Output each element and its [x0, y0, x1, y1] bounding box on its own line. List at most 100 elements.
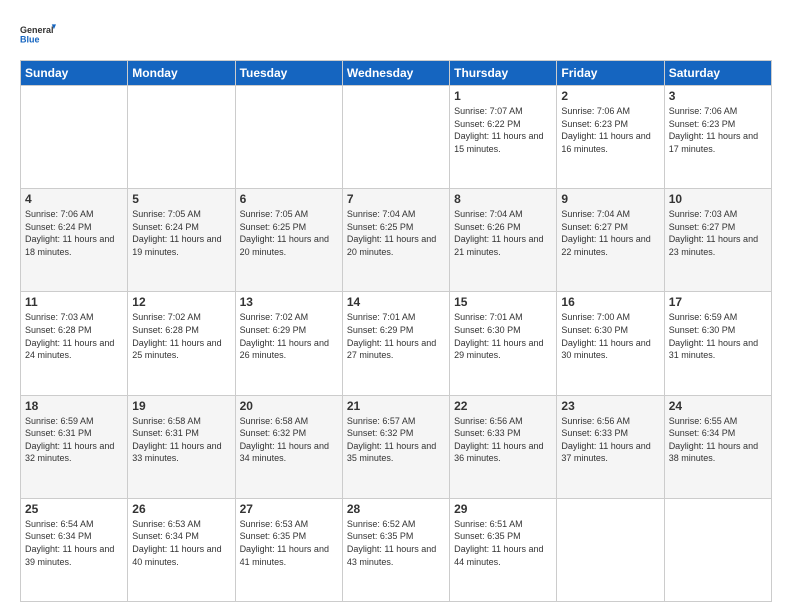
day-number: 17 — [669, 295, 767, 309]
day-info: Sunrise: 7:04 AM Sunset: 6:27 PM Dayligh… — [561, 208, 659, 258]
calendar-table: SundayMondayTuesdayWednesdayThursdayFrid… — [20, 60, 772, 602]
day-info: Sunrise: 6:54 AM Sunset: 6:34 PM Dayligh… — [25, 518, 123, 568]
day-info: Sunrise: 6:53 AM Sunset: 6:34 PM Dayligh… — [132, 518, 230, 568]
day-info: Sunrise: 7:04 AM Sunset: 6:25 PM Dayligh… — [347, 208, 445, 258]
day-number: 6 — [240, 192, 338, 206]
calendar-cell — [128, 86, 235, 189]
day-number: 10 — [669, 192, 767, 206]
day-number: 8 — [454, 192, 552, 206]
day-info: Sunrise: 6:55 AM Sunset: 6:34 PM Dayligh… — [669, 415, 767, 465]
calendar-cell: 2Sunrise: 7:06 AM Sunset: 6:23 PM Daylig… — [557, 86, 664, 189]
calendar-cell: 9 Sunrise: 7:04 AM Sunset: 6:27 PM Daylig… — [557, 189, 664, 292]
logo-svg: General Blue — [20, 16, 56, 52]
svg-text:Blue: Blue — [20, 34, 40, 44]
dow-header: Monday — [128, 61, 235, 86]
day-info: Sunrise: 6:56 AM Sunset: 6:33 PM Dayligh… — [454, 415, 552, 465]
calendar-cell: 14 Sunrise: 7:01 AM Sunset: 6:29 PM Dayli… — [342, 292, 449, 395]
day-info: Sunrise: 6:53 AM Sunset: 6:35 PM Dayligh… — [240, 518, 338, 568]
calendar-cell: 8Sunrise: 7:04 AM Sunset: 6:26 PM Daylig… — [450, 189, 557, 292]
day-info: Sunrise: 7:06 AM Sunset: 6:24 PM Dayligh… — [25, 208, 123, 258]
calendar-cell — [557, 498, 664, 601]
calendar-cell: 22 Sunrise: 6:56 AM Sunset: 6:33 PM Dayli… — [450, 395, 557, 498]
day-info: Sunrise: 7:05 AM Sunset: 6:24 PM Dayligh… — [132, 208, 230, 258]
day-info: Sunrise: 7:06 AM Sunset: 6:23 PM Dayligh… — [561, 105, 659, 155]
day-info: Sunrise: 7:02 AM Sunset: 6:28 PM Dayligh… — [132, 311, 230, 361]
day-info: Sunrise: 7:01 AM Sunset: 6:29 PM Dayligh… — [347, 311, 445, 361]
logo: General Blue — [20, 16, 56, 52]
dow-header: Wednesday — [342, 61, 449, 86]
calendar-cell: 17 Sunrise: 6:59 AM Sunset: 6:30 PM Dayli… — [664, 292, 771, 395]
day-number: 15 — [454, 295, 552, 309]
day-info: Sunrise: 7:03 AM Sunset: 6:27 PM Dayligh… — [669, 208, 767, 258]
calendar-cell: 13 Sunrise: 7:02 AM Sunset: 6:29 PM Dayli… — [235, 292, 342, 395]
calendar-cell: 5 Sunrise: 7:05 AM Sunset: 6:24 PM Daylig… — [128, 189, 235, 292]
calendar-cell: 10 Sunrise: 7:03 AM Sunset: 6:27 PM Dayli… — [664, 189, 771, 292]
day-number: 16 — [561, 295, 659, 309]
day-number: 9 — [561, 192, 659, 206]
day-number: 26 — [132, 502, 230, 516]
svg-text:General: General — [20, 25, 54, 35]
day-number: 12 — [132, 295, 230, 309]
day-number: 3 — [669, 89, 767, 103]
day-info: Sunrise: 7:06 AM Sunset: 6:23 PM Dayligh… — [669, 105, 767, 155]
calendar-cell — [235, 86, 342, 189]
day-number: 18 — [25, 399, 123, 413]
day-number: 4 — [25, 192, 123, 206]
page-header: General Blue — [20, 16, 772, 52]
calendar-cell: 7Sunrise: 7:04 AM Sunset: 6:25 PM Daylig… — [342, 189, 449, 292]
calendar-cell: 23 Sunrise: 6:56 AM Sunset: 6:33 PM Dayli… — [557, 395, 664, 498]
calendar-cell: 18 Sunrise: 6:59 AM Sunset: 6:31 PM Dayli… — [21, 395, 128, 498]
dow-header: Saturday — [664, 61, 771, 86]
day-number: 29 — [454, 502, 552, 516]
day-number: 28 — [347, 502, 445, 516]
calendar-cell: 1 Sunrise: 7:07 AM Sunset: 6:22 PM Daylig… — [450, 86, 557, 189]
day-number: 13 — [240, 295, 338, 309]
day-number: 23 — [561, 399, 659, 413]
day-info: Sunrise: 6:58 AM Sunset: 6:32 PM Dayligh… — [240, 415, 338, 465]
day-number: 14 — [347, 295, 445, 309]
day-info: Sunrise: 7:01 AM Sunset: 6:30 PM Dayligh… — [454, 311, 552, 361]
calendar-cell: 25 Sunrise: 6:54 AM Sunset: 6:34 PM Dayli… — [21, 498, 128, 601]
day-info: Sunrise: 6:52 AM Sunset: 6:35 PM Dayligh… — [347, 518, 445, 568]
calendar-cell: 16 Sunrise: 7:00 AM Sunset: 6:30 PM Dayli… — [557, 292, 664, 395]
dow-header: Sunday — [21, 61, 128, 86]
calendar-cell — [342, 86, 449, 189]
day-number: 11 — [25, 295, 123, 309]
dow-header: Tuesday — [235, 61, 342, 86]
calendar-cell — [21, 86, 128, 189]
day-number: 21 — [347, 399, 445, 413]
day-info: Sunrise: 6:56 AM Sunset: 6:33 PM Dayligh… — [561, 415, 659, 465]
day-info: Sunrise: 7:05 AM Sunset: 6:25 PM Dayligh… — [240, 208, 338, 258]
calendar-cell: 4 Sunrise: 7:06 AM Sunset: 6:24 PM Daylig… — [21, 189, 128, 292]
calendar-cell: 27 Sunrise: 6:53 AM Sunset: 6:35 PM Dayli… — [235, 498, 342, 601]
day-number: 1 — [454, 89, 552, 103]
calendar-cell — [664, 498, 771, 601]
calendar-cell: 3 Sunrise: 7:06 AM Sunset: 6:23 PM Daylig… — [664, 86, 771, 189]
day-info: Sunrise: 6:57 AM Sunset: 6:32 PM Dayligh… — [347, 415, 445, 465]
day-info: Sunrise: 7:00 AM Sunset: 6:30 PM Dayligh… — [561, 311, 659, 361]
calendar-cell: 24 Sunrise: 6:55 AM Sunset: 6:34 PM Dayli… — [664, 395, 771, 498]
calendar-cell: 19Sunrise: 6:58 AM Sunset: 6:31 PM Dayli… — [128, 395, 235, 498]
calendar-cell: 21 Sunrise: 6:57 AM Sunset: 6:32 PM Dayli… — [342, 395, 449, 498]
dow-header: Thursday — [450, 61, 557, 86]
day-info: Sunrise: 6:58 AM Sunset: 6:31 PM Dayligh… — [132, 415, 230, 465]
calendar-cell: 28 Sunrise: 6:52 AM Sunset: 6:35 PM Dayli… — [342, 498, 449, 601]
day-number: 24 — [669, 399, 767, 413]
day-number: 25 — [25, 502, 123, 516]
day-info: Sunrise: 7:07 AM Sunset: 6:22 PM Dayligh… — [454, 105, 552, 155]
day-info: Sunrise: 6:59 AM Sunset: 6:30 PM Dayligh… — [669, 311, 767, 361]
dow-header: Friday — [557, 61, 664, 86]
calendar-cell: 26 Sunrise: 6:53 AM Sunset: 6:34 PM Dayli… — [128, 498, 235, 601]
day-info: Sunrise: 6:51 AM Sunset: 6:35 PM Dayligh… — [454, 518, 552, 568]
day-info: Sunrise: 7:02 AM Sunset: 6:29 PM Dayligh… — [240, 311, 338, 361]
calendar-cell: 20Sunrise: 6:58 AM Sunset: 6:32 PM Dayli… — [235, 395, 342, 498]
day-info: Sunrise: 6:59 AM Sunset: 6:31 PM Dayligh… — [25, 415, 123, 465]
calendar-cell: 11Sunrise: 7:03 AM Sunset: 6:28 PM Dayli… — [21, 292, 128, 395]
day-number: 22 — [454, 399, 552, 413]
calendar-cell: 29 Sunrise: 6:51 AM Sunset: 6:35 PM Dayli… — [450, 498, 557, 601]
day-number: 27 — [240, 502, 338, 516]
day-number: 5 — [132, 192, 230, 206]
calendar-cell: 6 Sunrise: 7:05 AM Sunset: 6:25 PM Daylig… — [235, 189, 342, 292]
calendar-cell: 15 Sunrise: 7:01 AM Sunset: 6:30 PM Dayli… — [450, 292, 557, 395]
calendar-cell: 12 Sunrise: 7:02 AM Sunset: 6:28 PM Dayli… — [128, 292, 235, 395]
